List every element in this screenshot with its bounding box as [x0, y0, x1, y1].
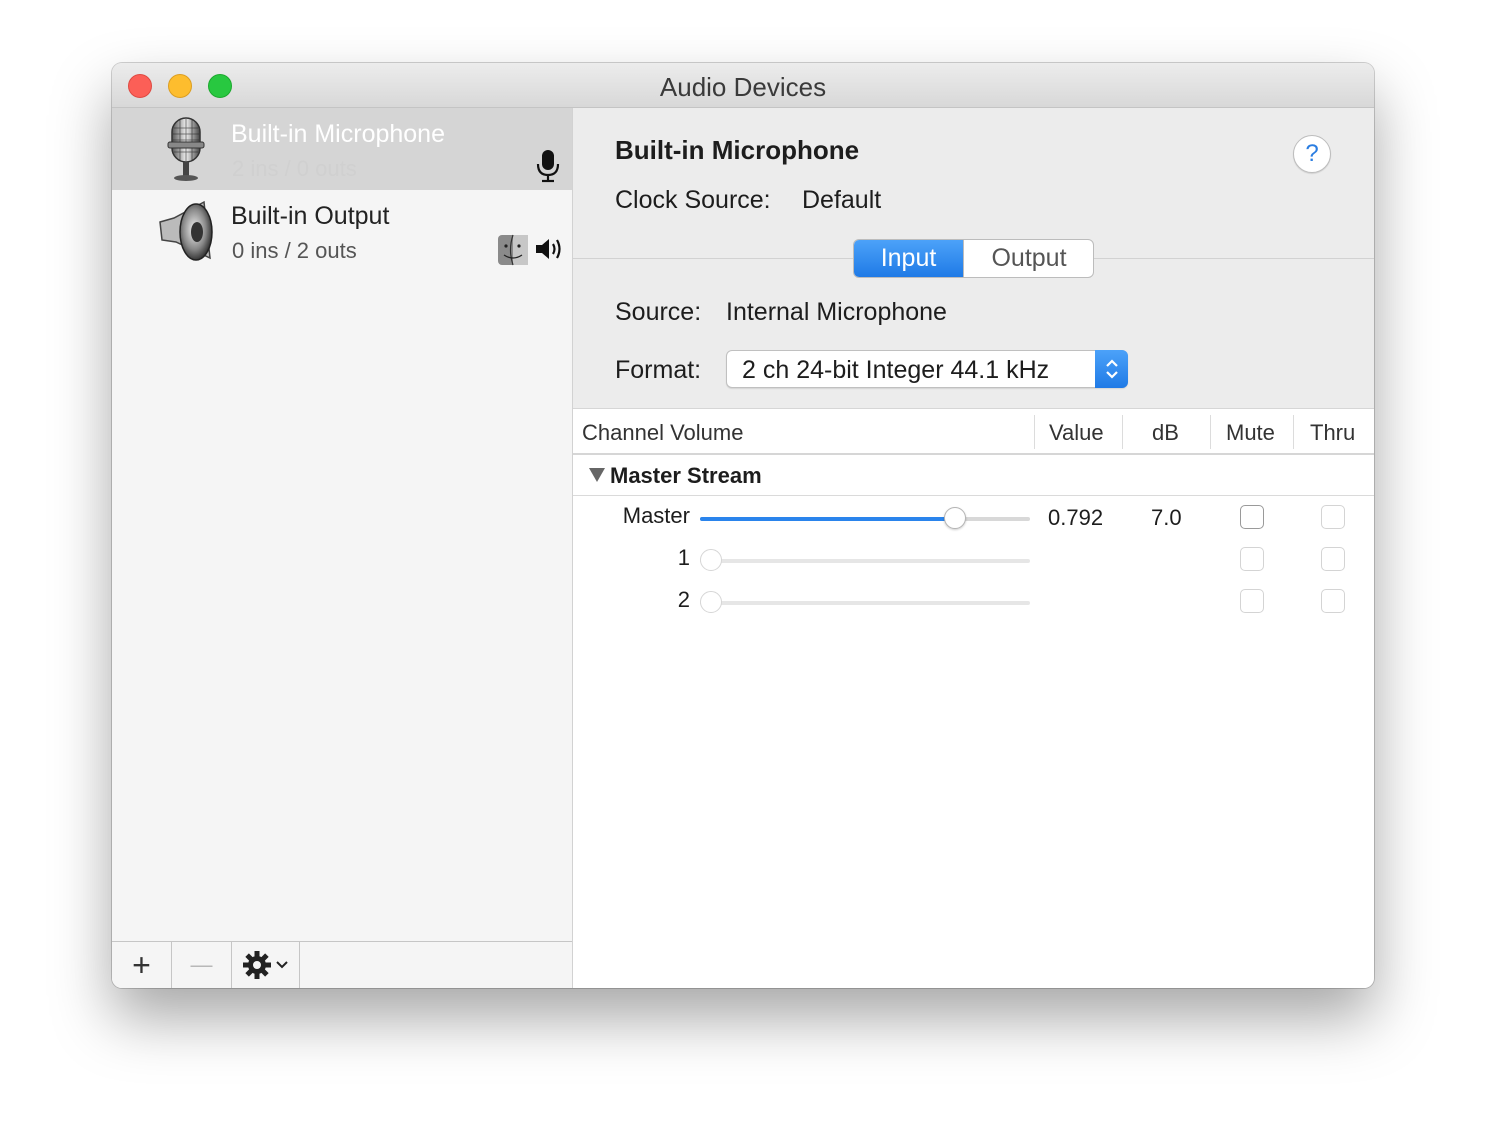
channel-row-1: 1: [573, 539, 1374, 581]
device-item-built-in-microphone[interactable]: Built-in Microphone 2 ins / 0 outs: [112, 108, 572, 190]
input-output-tabs: Input Output: [853, 239, 1094, 278]
source-label: Source:: [615, 298, 702, 326]
volume-value: 0.792: [1048, 505, 1104, 530]
master-stream-group[interactable]: Master Stream: [573, 455, 1374, 496]
updown-chevron-icon: [1095, 350, 1128, 388]
col-mute[interactable]: Mute: [1226, 420, 1275, 446]
microphone-icon: [156, 114, 216, 184]
mute-checkbox[interactable]: [1240, 547, 1264, 571]
volume-slider[interactable]: [700, 549, 1030, 571]
db-value: 7.0: [1151, 505, 1182, 530]
finder-icon: [497, 234, 529, 271]
slider-thumb[interactable]: [700, 591, 722, 613]
window-title: Audio Devices: [659, 72, 827, 102]
slider-thumb[interactable]: [700, 549, 722, 571]
device-name: Built-in Output: [231, 202, 390, 230]
add-device-button[interactable]: +: [112, 942, 172, 988]
tab-output[interactable]: Output: [963, 240, 1093, 277]
action-menu-button[interactable]: [232, 942, 300, 988]
thru-checkbox[interactable]: [1321, 589, 1345, 613]
clock-source-value: Default: [802, 186, 882, 214]
device-name: Built-in Microphone: [231, 120, 445, 148]
format-select[interactable]: 2 ch 24-bit Integer 44.1 kHz: [726, 350, 1128, 388]
clock-source-label: Clock Source:: [615, 186, 771, 214]
group-label: Master Stream: [610, 463, 762, 488]
channel-label: 2: [677, 587, 690, 612]
help-button[interactable]: ?: [1293, 135, 1331, 173]
column-divider: [1210, 415, 1211, 449]
add-icon: +: [132, 946, 151, 983]
volume-slider[interactable]: [700, 507, 1030, 529]
volume-slider[interactable]: [700, 591, 1030, 613]
column-divider: [1034, 415, 1035, 449]
format-label: Format:: [615, 356, 702, 384]
column-divider: [1293, 415, 1294, 449]
channel-label: 1: [677, 545, 690, 570]
gear-icon: [242, 950, 272, 980]
col-thru[interactable]: Thru: [1310, 420, 1355, 446]
device-title: Built-in Microphone: [615, 135, 860, 165]
device-settings: Built-in Microphone ? Clock Source: Defa…: [573, 108, 1374, 409]
slider-thumb[interactable]: [943, 507, 966, 529]
col-db[interactable]: dB: [1152, 420, 1179, 446]
mute-checkbox[interactable]: [1240, 505, 1264, 529]
device-detail-pane: Built-in Microphone ? Clock Source: Defa…: [573, 108, 1374, 988]
col-channel-volume[interactable]: Channel Volume: [582, 420, 743, 446]
speaker-icon: [156, 196, 216, 266]
thru-checkbox[interactable]: [1321, 547, 1345, 571]
default-input-microphone-icon: [536, 148, 560, 189]
channel-row-master: Master 0.792 7.0: [573, 497, 1374, 539]
help-icon: ?: [1305, 140, 1319, 167]
thru-checkbox[interactable]: [1321, 505, 1345, 529]
col-value[interactable]: Value: [1049, 420, 1104, 446]
device-list: Built-in Microphone 2 ins / 0 outs Built…: [112, 108, 573, 988]
device-io: 0 ins / 2 outs: [232, 238, 357, 263]
device-item-built-in-output[interactable]: Built-in Output 0 ins / 2 outs: [112, 190, 572, 272]
source-value: Internal Microphone: [726, 298, 947, 326]
channel-row-2: 2: [573, 581, 1374, 623]
chevron-down-icon: [275, 960, 289, 970]
title-bar[interactable]: Audio Devices: [112, 63, 1374, 108]
format-value: 2 ch 24-bit Integer 44.1 kHz: [742, 356, 1050, 384]
slider-fill: [700, 517, 955, 521]
column-divider: [1122, 415, 1123, 449]
tab-input[interactable]: Input: [854, 240, 963, 277]
speaker-volume-icon: [534, 236, 564, 267]
remove-device-button[interactable]: —: [172, 942, 232, 988]
channel-label: Master: [622, 503, 690, 528]
disclosure-triangle-icon[interactable]: [589, 468, 605, 482]
remove-icon: —: [190, 952, 213, 977]
device-io: 2 ins / 0 outs: [232, 156, 357, 181]
channel-table-header: Channel Volume Value dB Mute Thru: [573, 411, 1374, 455]
sidebar-footer: + —: [112, 941, 572, 988]
mute-checkbox[interactable]: [1240, 589, 1264, 613]
audio-devices-window: Audio Devices Built-in Microphone 2 ins …: [112, 63, 1374, 988]
